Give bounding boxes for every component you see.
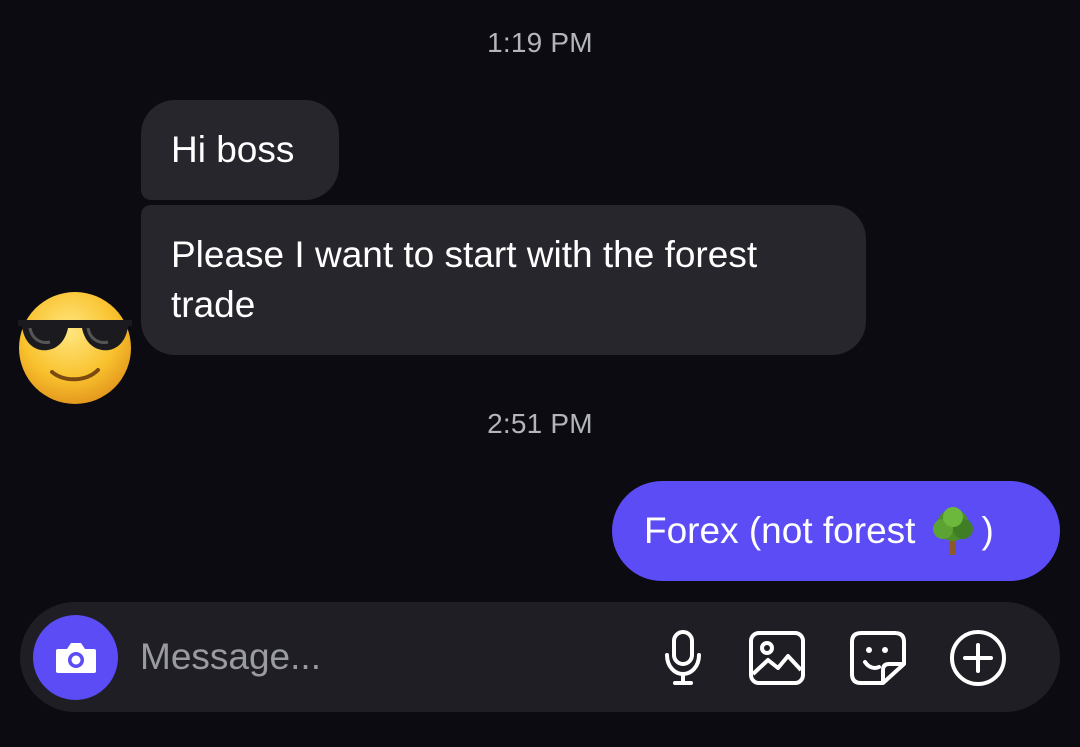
message-text: Hi boss: [171, 129, 295, 170]
microphone-icon: [665, 630, 701, 685]
chat-screen: 1:19 PM Hi boss Please I want to start w…: [0, 0, 1080, 747]
gallery-button[interactable]: [746, 627, 808, 689]
more-options-button[interactable]: [947, 627, 1009, 689]
sticker-icon: [850, 631, 906, 685]
voice-message-button[interactable]: [652, 627, 714, 689]
camera-button[interactable]: [33, 615, 118, 700]
sunglasses-face-icon: [18, 292, 132, 404]
message-input[interactable]: [140, 632, 620, 682]
incoming-message-bubble[interactable]: Hi boss: [141, 100, 339, 200]
gallery-icon: [749, 631, 805, 685]
camera-icon: [55, 642, 96, 673]
message-text: ): [981, 510, 994, 551]
message-composer: [20, 602, 1060, 712]
sticker-button[interactable]: [847, 627, 909, 689]
timestamp: 2:51 PM: [487, 408, 593, 439]
sender-avatar[interactable]: [16, 286, 134, 408]
tree-icon: [929, 505, 977, 557]
message-text: Forex (not forest: [644, 510, 916, 551]
plus-circle-icon: [950, 630, 1006, 686]
outgoing-message-bubble[interactable]: Forex (not forest ): [612, 481, 1060, 581]
incoming-message-bubble[interactable]: Please I want to start with the forest t…: [141, 205, 866, 355]
timestamp: 1:19 PM: [487, 27, 593, 58]
message-text: Please I want to start with the forest t…: [171, 234, 758, 325]
